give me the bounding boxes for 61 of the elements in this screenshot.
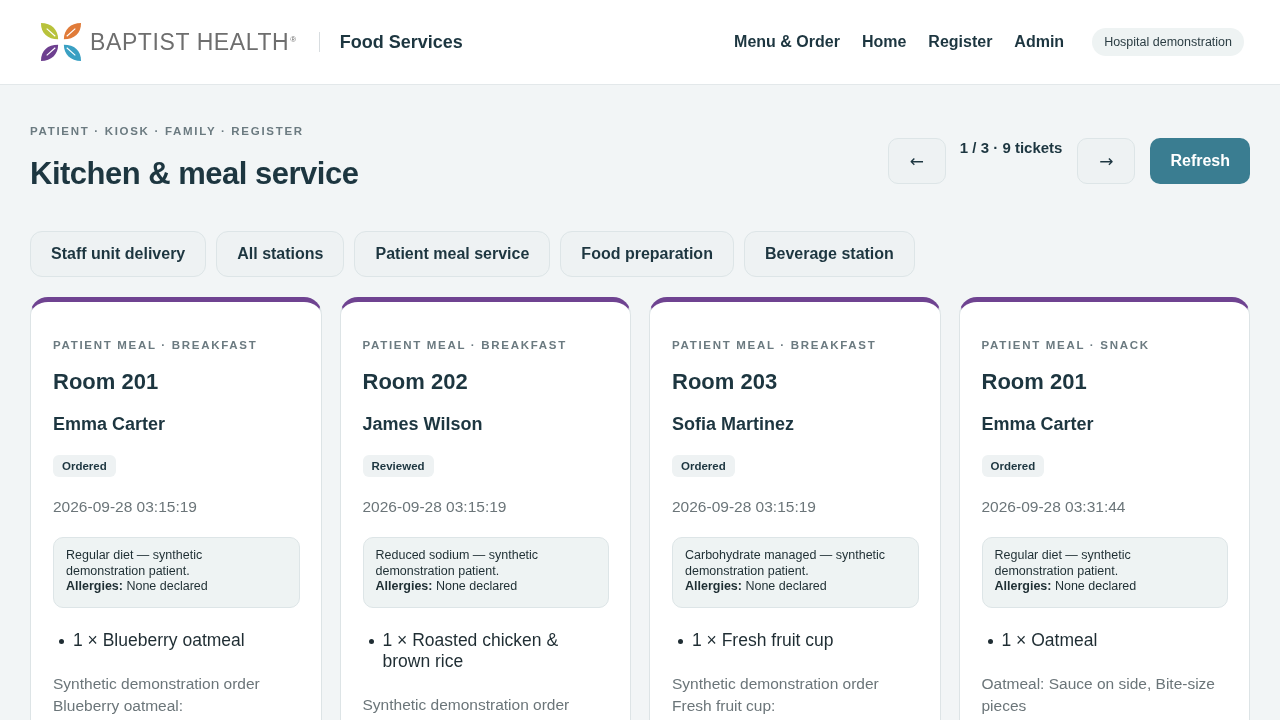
patient-name: Sofia Martinez: [672, 413, 796, 435]
station-filter-chip[interactable]: Patient meal service: [354, 231, 551, 277]
allergies-text: Allergies: None declared: [66, 579, 209, 595]
environment-badge: Hospital demonstration: [1092, 28, 1244, 56]
breadcrumb-text: PATIENT · KIOSK · FAMILY · REGISTER: [30, 124, 305, 138]
allergies-text: Allergies: None declared: [994, 579, 1138, 595]
status-badge: Ordered: [672, 455, 735, 477]
order-timestamp: 2026-09-28 03:15:19: [362, 497, 508, 516]
order-item-text: 1 × Roasted chicken & brown rice: [382, 629, 560, 672]
page-title: Kitchen & meal service: [30, 155, 359, 193]
order-note-text: Synthetic demonstration order: [672, 673, 880, 694]
nav-link[interactable]: Menu & Order: [734, 33, 840, 51]
station-filter-chip[interactable]: Staff unit delivery: [30, 231, 207, 277]
page-status-text: 1 / 3 · 9 tickets: [959, 139, 1063, 157]
order-timestamp: 2026-09-28 03:15:19: [672, 497, 817, 516]
bullet-icon: [987, 638, 993, 644]
refresh-button[interactable]: Refresh: [1150, 138, 1250, 184]
bullet-icon: [59, 638, 64, 644]
diet-description: Carbohydrate managed — synthetic demonstration patient.: [685, 548, 887, 579]
nav-link[interactable]: Home: [861, 33, 907, 51]
order-note-text: Oatmeal: Sauce on side, Bite-size pieces: [981, 673, 1216, 716]
patient-name: Emma Carter: [981, 413, 1095, 435]
nav-link[interactable]: Admin: [1014, 33, 1065, 51]
order-item-text: 1 × Blueberry oatmeal: [73, 629, 245, 651]
room-number: Room 201: [981, 368, 1088, 395]
order-note-text: Blueberry oatmeal:: [53, 695, 185, 716]
order-timestamp: 2026-09-28 03:15:19: [53, 497, 198, 516]
order-item-text: 1 × Oatmeal: [1001, 629, 1098, 651]
bullet-icon: [368, 638, 374, 644]
station-filter-chip[interactable]: Food preparation: [560, 231, 734, 277]
diet-description: Regular diet — synthetic demonstration patient.: [66, 548, 204, 579]
meal-category-text: PATIENT MEAL · BREAKFAST: [672, 338, 878, 352]
status-badge: Reviewed: [362, 455, 434, 477]
allergies-text: Allergies: None declared: [375, 579, 519, 595]
room-number: Room 203: [672, 368, 779, 395]
order-note-text: Synthetic demonstration order: [362, 694, 571, 715]
station-filter-chip[interactable]: Beverage station: [743, 231, 915, 277]
room-number: Room 202: [362, 368, 469, 395]
order-item-text: 1 × Fresh fruit cup: [692, 629, 834, 651]
meal-category-text: PATIENT MEAL · BREAKFAST: [362, 338, 568, 352]
station-filter-chip[interactable]: All stations: [216, 231, 345, 277]
status-badge: Ordered: [53, 455, 116, 477]
allergies-text: Allergies: None declared: [685, 579, 828, 595]
order-note-text: Synthetic demonstration order: [53, 673, 261, 694]
next-page-button[interactable]: →: [1077, 138, 1136, 184]
order-timestamp: 2026-09-28 03:31:44: [981, 497, 1127, 516]
order-note-text: Fresh fruit cup:: [672, 695, 777, 716]
previous-page-button[interactable]: ←: [887, 138, 946, 184]
leaf-logo-icon: [40, 21, 82, 63]
patient-name: James Wilson: [362, 413, 484, 435]
nav-link[interactable]: Register: [928, 33, 993, 51]
diet-description: Regular diet — synthetic demonstration patient.: [994, 548, 1132, 579]
diet-description: Reduced sodium — synthetic demonstration patient.: [375, 548, 540, 579]
bullet-icon: [678, 638, 683, 644]
room-number: Room 201: [53, 368, 160, 395]
meal-category-text: PATIENT MEAL · SNACK: [981, 338, 1151, 352]
app-title: Food Services: [339, 31, 463, 53]
brand-name: BAPTIST HEALTH$^{®}$: [90, 29, 297, 55]
meal-category-text: PATIENT MEAL · BREAKFAST: [53, 338, 259, 352]
status-badge: Ordered: [981, 455, 1045, 477]
patient-name: Emma Carter: [53, 413, 167, 435]
